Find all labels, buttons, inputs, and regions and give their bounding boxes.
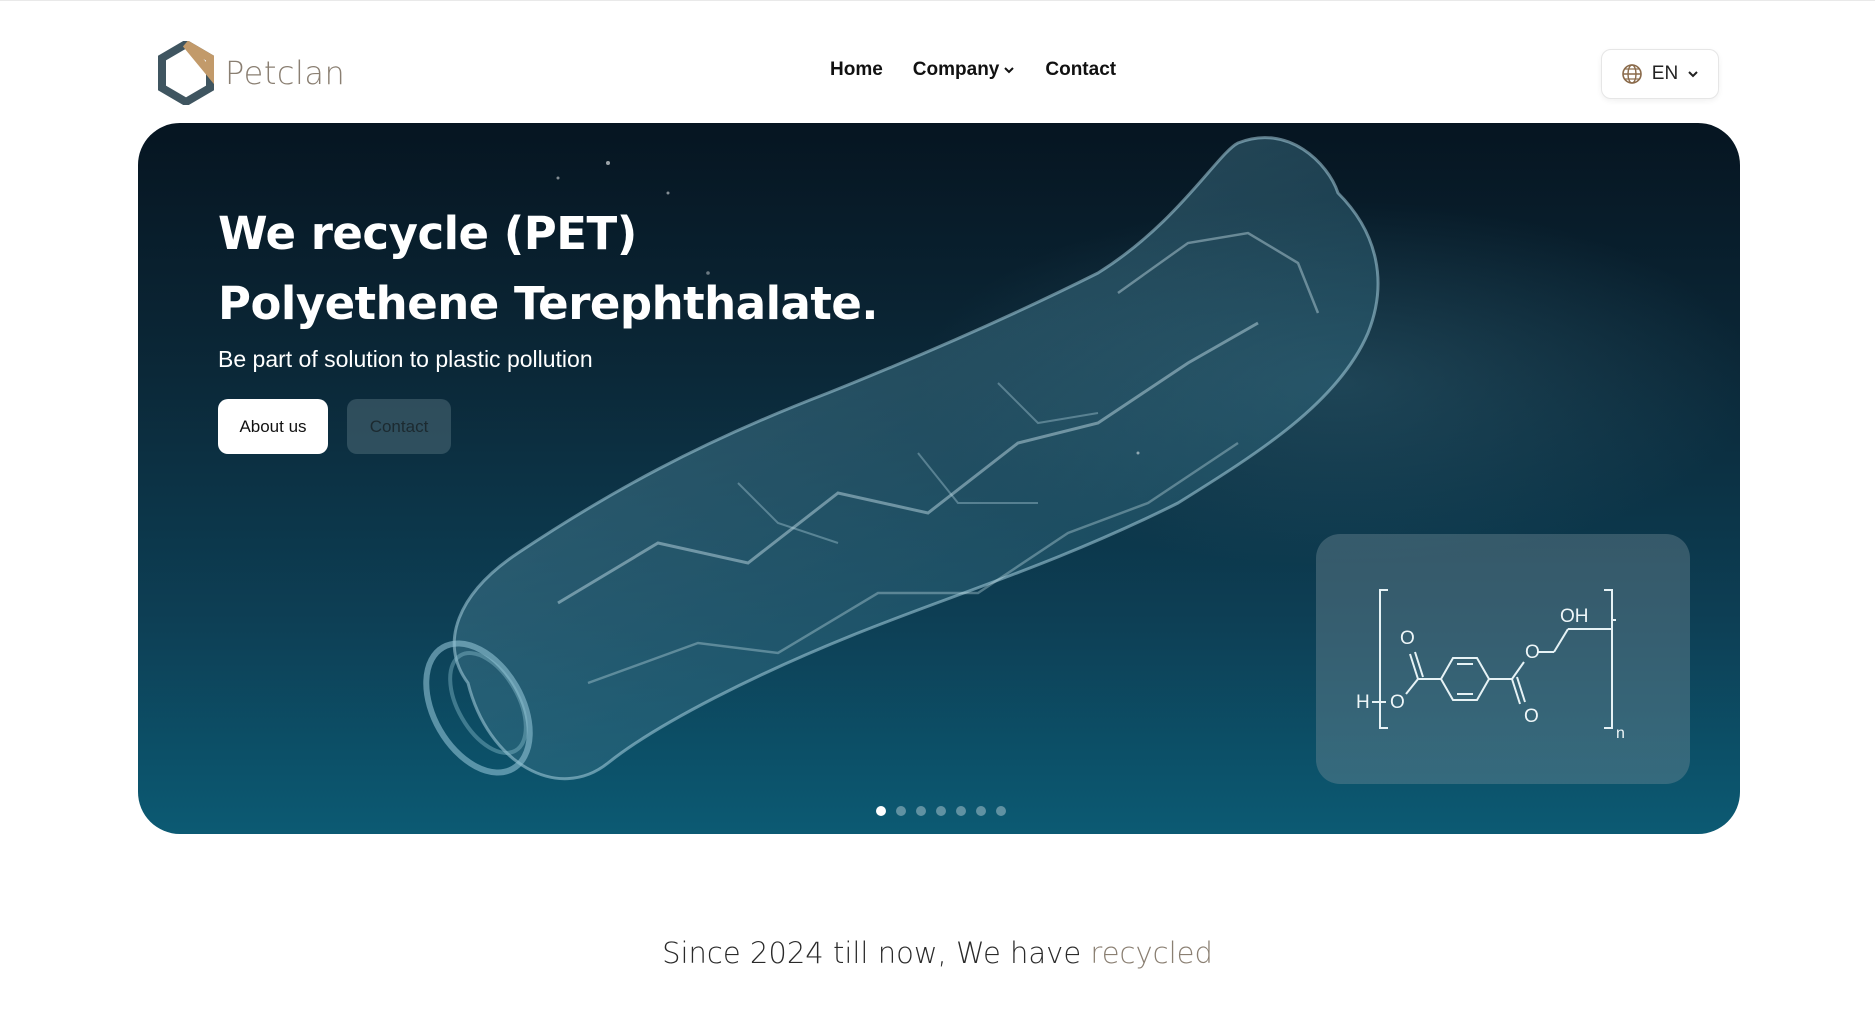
hexagon-logo-icon	[158, 41, 214, 105]
hero-title-line2: Polyethene Terephthalate.	[218, 277, 879, 330]
hero-banner: We recycle (PET) Polyethene Terephthalat…	[138, 123, 1740, 834]
formula-oh: OH	[1560, 606, 1589, 627]
brand-name: Petclan	[225, 54, 346, 92]
nav-contact-label: Contact	[1045, 59, 1117, 80]
formula-n: n	[1616, 725, 1625, 742]
globe-icon	[1621, 64, 1642, 84]
hero-title-line1: We recycle (PET)	[218, 207, 637, 260]
site-header: Petclan Home Company Contact EN	[0, 0, 1875, 122]
slider-dot[interactable]	[896, 806, 906, 816]
language-label: EN	[1651, 63, 1679, 84]
slider-dot[interactable]	[976, 806, 986, 816]
formula-o-top-right: O	[1525, 642, 1540, 663]
nav-company[interactable]: Company	[913, 59, 1016, 81]
main-nav: Home Company Contact	[830, 59, 1116, 81]
pet-structure-diagram: OH O O H O O n	[1356, 589, 1625, 742]
chevron-down-icon	[1688, 71, 1698, 78]
formula-o-bottom-right: O	[1524, 706, 1539, 727]
slider-dots	[876, 806, 1006, 816]
hero-subtitle: Be part of solution to plastic pollution	[218, 346, 593, 372]
slider-dot[interactable]	[916, 806, 926, 816]
formula-o-bottom-left: O	[1390, 692, 1405, 713]
pet-formula-card: OH O O H O O n	[1316, 534, 1690, 784]
slider-dot[interactable]	[956, 806, 966, 816]
nav-home-label: Home	[830, 59, 883, 80]
slider-dot[interactable]	[996, 806, 1006, 816]
formula-o-top-left: O	[1400, 628, 1415, 649]
contact-button[interactable]: Contact	[347, 399, 451, 454]
brand-logo[interactable]: Petclan	[157, 41, 345, 105]
formula-h: H	[1356, 692, 1370, 713]
language-selector[interactable]: EN	[1601, 49, 1719, 99]
about-us-button[interactable]: About us	[218, 399, 328, 454]
slider-dot[interactable]	[936, 806, 946, 816]
nav-home[interactable]: Home	[830, 59, 883, 81]
chevron-down-icon	[1004, 67, 1015, 74]
stats-heading: Since 2024 till now, We have recycled	[0, 936, 1875, 970]
nav-contact[interactable]: Contact	[1045, 59, 1116, 81]
stats-text: Since 2024 till now, We have	[662, 936, 1082, 970]
slider-dot[interactable]	[876, 806, 886, 816]
hero-title: We recycle (PET) Polyethene Terephthalat…	[218, 199, 879, 339]
stats-accent: recycled	[1090, 936, 1213, 970]
nav-company-label: Company	[912, 59, 1000, 80]
